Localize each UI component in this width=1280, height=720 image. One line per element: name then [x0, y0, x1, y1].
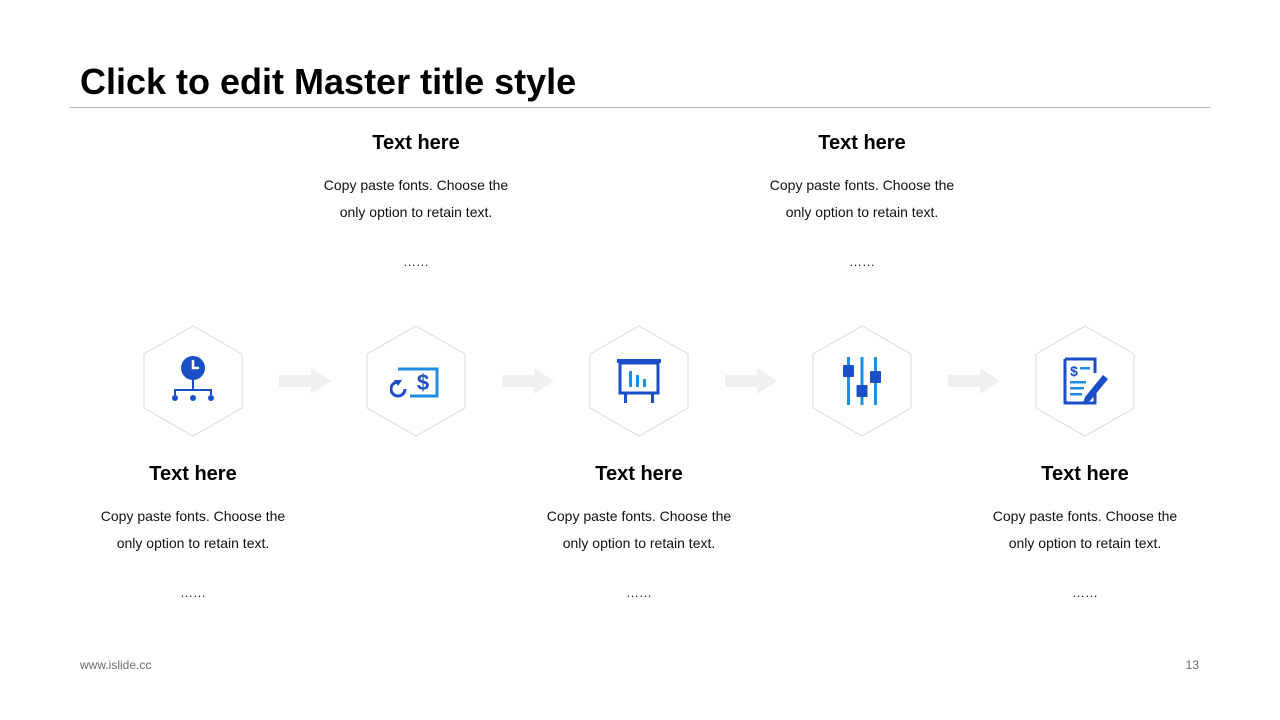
- step-3-hexagon: [589, 325, 689, 437]
- dollar-refresh-icon: $: [390, 367, 439, 398]
- title-divider: [70, 107, 1210, 108]
- step-4-body: Copy paste fonts. Choose the only option…: [769, 177, 955, 220]
- step-3-ellipsis: ……: [626, 585, 652, 600]
- step-3-heading: Text here: [595, 463, 683, 485]
- step-2-ellipsis: ……: [403, 254, 429, 269]
- presentation-board-icon: [617, 359, 661, 403]
- step-1-text: Text here Copy paste fonts. Choose the o…: [93, 461, 293, 601]
- svg-text:$: $: [417, 370, 429, 395]
- step-3-body: Copy paste fonts. Choose the only option…: [546, 508, 732, 551]
- step-2-text: Text here Copy paste fonts. Choose the o…: [316, 130, 516, 270]
- page-number: 13: [1185, 658, 1199, 672]
- footer-url: www.islide.cc: [80, 658, 152, 672]
- step-2-body: Copy paste fonts. Choose the only option…: [323, 177, 509, 220]
- step-5-ellipsis: ……: [1072, 585, 1098, 600]
- step-1-heading: Text here: [149, 463, 237, 485]
- step-4-text: Text here Copy paste fonts. Choose the o…: [762, 130, 962, 270]
- step-4-ellipsis: ……: [849, 254, 875, 269]
- step-4-heading: Text here: [818, 132, 906, 154]
- arrow-right-icon: [279, 368, 331, 394]
- step-4-hexagon: [812, 325, 912, 437]
- arrow-right-icon: [725, 368, 777, 394]
- invoice-pen-icon: $: [1063, 357, 1108, 405]
- arrow-right-icon: [502, 368, 554, 394]
- step-5-heading: Text here: [1041, 463, 1129, 485]
- step-5-body: Copy paste fonts. Choose the only option…: [992, 508, 1178, 551]
- svg-text:$: $: [1070, 363, 1078, 379]
- sliders-icon: [843, 357, 881, 405]
- clock-hierarchy-icon: [172, 356, 214, 401]
- step-5-text: Text here Copy paste fonts. Choose the o…: [985, 461, 1185, 601]
- step-1-ellipsis: ……: [180, 585, 206, 600]
- step-3-text: Text here Copy paste fonts. Choose the o…: [539, 461, 739, 601]
- step-2-heading: Text here: [372, 132, 460, 154]
- step-2-hexagon: $: [366, 325, 466, 437]
- step-1-body: Copy paste fonts. Choose the only option…: [100, 508, 286, 551]
- arrow-right-icon: [948, 368, 1000, 394]
- slide-title: Click to edit Master title style: [80, 61, 577, 102]
- step-5-hexagon: $: [1035, 325, 1135, 437]
- step-1-hexagon: [143, 325, 243, 437]
